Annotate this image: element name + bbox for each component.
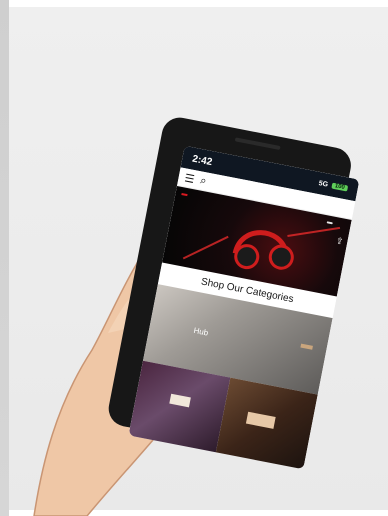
- category-hub-tag: [300, 343, 313, 350]
- category-gaming-chip: [169, 393, 191, 408]
- category-lifestyle-chip: [245, 411, 276, 429]
- network-indicator: 5G: [318, 179, 329, 189]
- menu-icon[interactable]: ☰: [184, 171, 196, 186]
- battery-indicator: 100: [331, 182, 349, 192]
- status-right: 5G 100: [318, 179, 349, 192]
- search-icon[interactable]: ⌕: [199, 174, 207, 188]
- category-hub-label: Hub: [192, 325, 209, 338]
- status-time: 2:42: [191, 153, 214, 168]
